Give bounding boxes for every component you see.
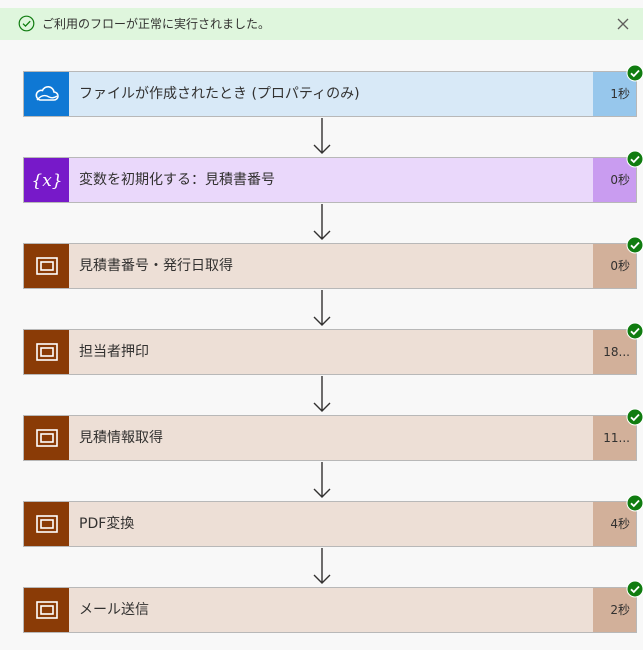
success-check-icon — [626, 580, 643, 598]
connector-arrow-icon — [313, 290, 331, 326]
flow-step-1[interactable]: ファイルが作成されたとき (プロパティのみ) 1秒 — [23, 64, 643, 117]
scope-icon — [35, 515, 58, 533]
flow-step-6[interactable]: PDF変換 4秒 — [23, 494, 643, 547]
scope-icon — [35, 257, 58, 275]
success-check-icon — [626, 322, 643, 340]
step-title: 見積書番号・発行日取得 — [79, 258, 233, 274]
close-icon[interactable] — [616, 17, 630, 31]
success-check-icon — [626, 408, 643, 426]
step-icon-box — [24, 588, 69, 632]
step-icon-box — [24, 330, 69, 374]
step-title: ファイルが作成されたとき (プロパティのみ) — [79, 86, 360, 102]
svg-text:{x}: {x} — [31, 171, 62, 191]
step-title: 変数を初期化する：見積書番号 — [79, 172, 275, 188]
step-icon-box — [24, 416, 69, 460]
step-icon-box: {x} — [24, 158, 69, 202]
success-banner: ご利用のフローが正常に実行されました。 — [0, 8, 643, 40]
step-icon-box — [24, 244, 69, 288]
step-icon-box — [24, 72, 69, 116]
connector-arrow-icon — [313, 548, 331, 584]
connector-arrow-icon — [313, 204, 331, 240]
connector-arrow-icon — [313, 376, 331, 412]
flow-step-4[interactable]: 担当者押印 18... — [23, 322, 643, 375]
step-title: PDF変換 — [79, 516, 135, 532]
check-circle-icon — [18, 15, 35, 32]
success-check-icon — [626, 236, 643, 254]
banner-message: ご利用のフローが正常に実行されました。 — [42, 17, 271, 31]
success-check-icon — [626, 494, 643, 512]
flow-step-7[interactable]: メール送信 2秒 — [23, 580, 643, 633]
connector-arrow-icon — [313, 462, 331, 498]
success-check-icon — [626, 150, 643, 168]
onedrive-cloud-icon — [33, 83, 61, 105]
flow-step-3[interactable]: 見積書番号・発行日取得 0秒 — [23, 236, 643, 289]
step-title: 見積情報取得 — [79, 430, 163, 446]
step-title: メール送信 — [79, 602, 149, 618]
step-title: 担当者押印 — [79, 344, 149, 360]
flow-step-2[interactable]: {x} 変数を初期化する：見積書番号 0秒 — [23, 150, 643, 203]
flow-step-5[interactable]: 見積情報取得 11... — [23, 408, 643, 461]
connector-arrow-icon — [313, 118, 331, 154]
success-check-icon — [626, 64, 643, 82]
variable-icon: {x} — [31, 168, 63, 192]
scope-icon — [35, 601, 58, 619]
scope-icon — [35, 343, 58, 361]
scope-icon — [35, 429, 58, 447]
step-icon-box — [24, 502, 69, 546]
